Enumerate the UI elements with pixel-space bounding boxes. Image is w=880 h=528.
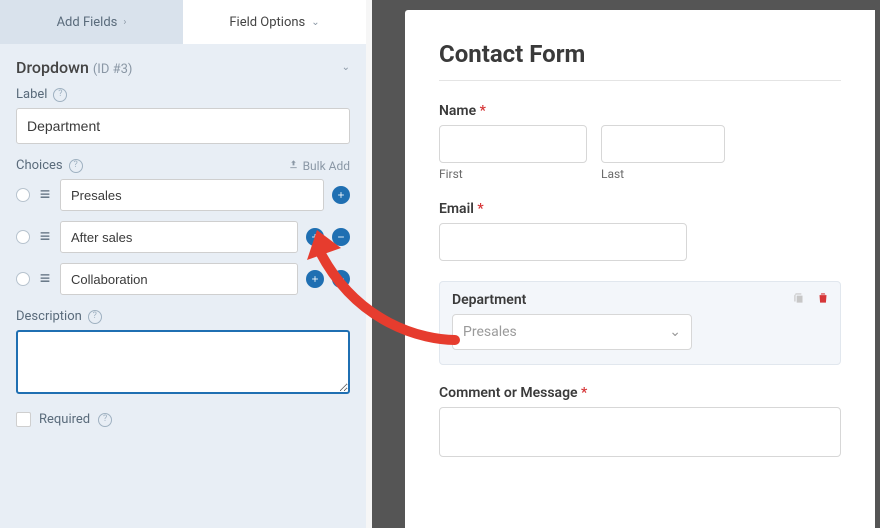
choice-row: ≡ [16, 263, 350, 295]
tab-label: Add Fields [57, 15, 118, 30]
duplicate-icon[interactable] [792, 290, 806, 309]
form-title: Contact Form [439, 40, 841, 68]
required-checkbox[interactable] [16, 412, 31, 427]
panel-tabs: Add Fields › Field Options ⌄ [0, 0, 366, 44]
choice-default-radio[interactable] [16, 272, 30, 286]
choice-default-radio[interactable] [16, 230, 30, 244]
label-input[interactable] [16, 108, 350, 144]
label-block: Label ? [16, 87, 350, 144]
bulk-add-button[interactable]: Bulk Add [288, 159, 350, 173]
description-textarea[interactable] [16, 330, 350, 394]
required-star: * [476, 103, 486, 119]
help-icon[interactable]: ? [53, 88, 67, 102]
chevron-right-icon: › [123, 17, 126, 28]
comment-textarea[interactable] [439, 407, 841, 457]
name-field: Name * First Last [439, 103, 841, 181]
help-icon[interactable]: ? [98, 413, 112, 427]
choices-heading: Choices ? Bulk Add [16, 158, 350, 173]
first-name-input[interactable] [439, 125, 587, 163]
choice-row: ≡ [16, 179, 350, 211]
form-preview: Contact Form Name * First Last Email * D… [405, 10, 875, 528]
add-choice-button[interactable] [332, 186, 350, 204]
remove-choice-button[interactable] [332, 228, 350, 246]
tab-field-options[interactable]: Field Options ⌄ [183, 0, 366, 44]
required-star: * [578, 385, 588, 401]
panel-body: Label ? Choices ? Bulk Add ≡ ≡ ≡ [0, 87, 366, 528]
email-field: Email * [439, 201, 841, 261]
drag-handle-icon[interactable]: ≡ [38, 232, 52, 242]
comment-label: Comment or Message * [439, 385, 841, 401]
chevron-down-icon: ⌄ [669, 324, 681, 340]
first-sublabel: First [439, 167, 587, 181]
tab-add-fields[interactable]: Add Fields › [0, 0, 183, 44]
chevron-down-icon: ⌄ [311, 17, 319, 28]
remove-choice-button[interactable] [332, 270, 350, 288]
email-label: Email * [439, 201, 841, 217]
trash-icon[interactable] [816, 290, 830, 309]
field-section-header[interactable]: Dropdown (ID #3) ⌄ [0, 44, 366, 87]
drag-handle-icon[interactable]: ≡ [38, 190, 52, 200]
add-choice-button[interactable] [306, 270, 324, 288]
label-heading: Label ? [16, 87, 350, 102]
field-tools [792, 290, 830, 309]
choice-input[interactable] [60, 263, 298, 295]
required-label: Required [39, 412, 90, 427]
department-label: Department [452, 292, 828, 308]
choice-row: ≡ [16, 221, 350, 253]
department-field-selected[interactable]: Department Presales ⌄ [439, 281, 841, 365]
required-star: * [474, 201, 484, 217]
divider [439, 80, 841, 81]
name-label: Name * [439, 103, 841, 119]
help-icon[interactable]: ? [88, 310, 102, 324]
required-row: Required ? [16, 412, 350, 427]
field-id: (ID #3) [93, 62, 133, 77]
drag-handle-icon[interactable]: ≡ [38, 274, 52, 284]
department-select[interactable]: Presales ⌄ [452, 314, 692, 350]
comment-field: Comment or Message * [439, 385, 841, 457]
choice-input[interactable] [60, 179, 324, 211]
last-name-input[interactable] [601, 125, 725, 163]
choices-block: Choices ? Bulk Add ≡ ≡ ≡ [16, 158, 350, 295]
choice-default-radio[interactable] [16, 188, 30, 202]
description-block: Description ? [16, 309, 350, 398]
help-icon[interactable]: ? [69, 159, 83, 173]
field-options-panel: Add Fields › Field Options ⌄ Dropdown (I… [0, 0, 372, 528]
upload-icon [288, 159, 299, 173]
section-title: Dropdown (ID #3) [16, 58, 132, 77]
email-input[interactable] [439, 223, 687, 261]
description-heading: Description ? [16, 309, 350, 324]
tab-label: Field Options [229, 15, 305, 30]
last-sublabel: Last [601, 167, 725, 181]
choice-input[interactable] [60, 221, 298, 253]
add-choice-button[interactable] [306, 228, 324, 246]
chevron-down-icon: ⌄ [342, 62, 350, 73]
